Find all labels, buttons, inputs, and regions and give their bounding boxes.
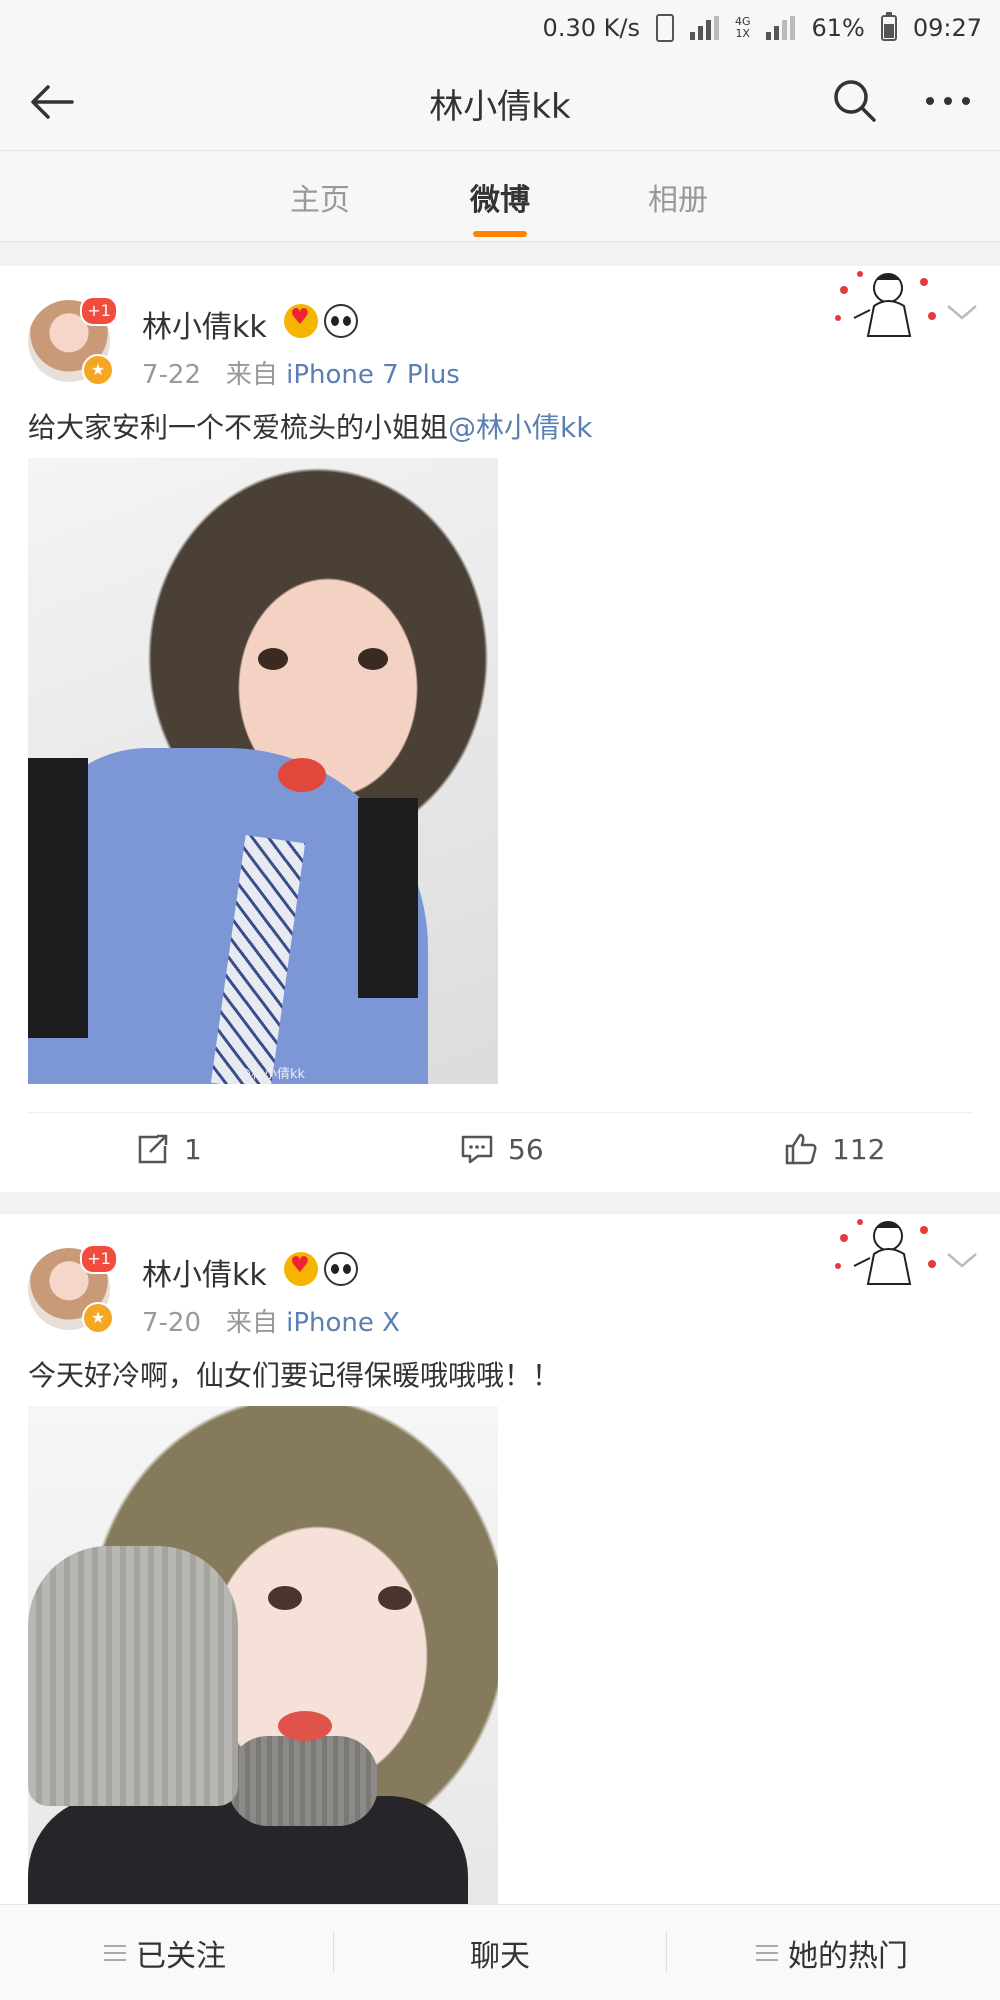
image-glove	[28, 1546, 238, 1806]
image-collar	[228, 1736, 378, 1826]
signal-icon-2	[766, 16, 796, 40]
post-image[interactable]	[28, 1406, 498, 1904]
avatar-badge: +1	[80, 1244, 118, 1274]
post-source[interactable]: iPhone X	[286, 1308, 400, 1338]
chevron-down-icon[interactable]	[944, 300, 980, 324]
post-text: 今天好冷啊，仙女们要记得保暖哦哦哦！！	[28, 1354, 560, 1394]
panda-emoji-icon	[324, 304, 358, 338]
tab-home[interactable]: 主页	[290, 175, 350, 219]
comment-button[interactable]: 56	[460, 1132, 544, 1166]
search-icon[interactable]	[830, 76, 880, 126]
avatar[interactable]: +1 ★	[28, 296, 118, 386]
verified-icon: ★	[82, 354, 114, 386]
separator	[666, 1931, 667, 1973]
image-eye	[358, 648, 388, 670]
crown-heart-emoji-icon	[284, 1252, 318, 1286]
network-speed: 0.30 K/s	[542, 14, 640, 42]
post-card: +1 ★ 林小倩kk 7-20 来自 iPhone X 今天好冷啊，仙女们要记得…	[0, 1214, 1000, 1904]
nav-bar: 林小倩kk	[0, 56, 1000, 150]
post-image[interactable]: @林小倩kk	[28, 458, 498, 1084]
network-type: 4G 1X	[735, 16, 751, 40]
like-count: 112	[832, 1132, 886, 1166]
battery-percent: 61%	[811, 14, 865, 42]
status-bar: 0.30 K/s 4G 1X 61% 09:27	[0, 0, 1000, 56]
back-arrow-icon[interactable]	[26, 76, 78, 128]
profile-tabs: 主页 微博 相册	[0, 150, 1000, 242]
post-date: 7-22	[142, 360, 202, 390]
post-author[interactable]: 林小倩kk	[142, 1250, 267, 1294]
panda-emoji-icon	[324, 1252, 358, 1286]
menu-lines-icon	[104, 1945, 126, 1961]
hot-label: 她的热门	[788, 1939, 908, 1974]
post-source[interactable]: iPhone 7 Plus	[286, 360, 460, 390]
vibrate-icon	[655, 14, 674, 42]
follow-status-button[interactable]: 已关注	[104, 1931, 226, 1975]
tab-weibo[interactable]: 微博	[470, 175, 530, 219]
verified-icon: ★	[82, 1302, 114, 1334]
like-button[interactable]: 112	[784, 1132, 885, 1166]
post-meta: 7-22 来自 iPhone 7 Plus	[142, 354, 460, 391]
avatar[interactable]: +1 ★	[28, 1244, 118, 1334]
image-strap-right	[358, 798, 418, 998]
chat-label: 聊天	[470, 1939, 530, 1974]
image-lips	[278, 758, 326, 792]
avatar-badge: +1	[80, 296, 118, 326]
post-author[interactable]: 林小倩kk	[142, 302, 267, 346]
separator	[333, 1931, 334, 1973]
more-options-icon[interactable]	[920, 76, 976, 126]
divider	[28, 1112, 972, 1113]
thumbs-up-icon	[785, 1133, 817, 1165]
repost-button[interactable]: 1	[136, 1132, 202, 1166]
post-body: 今天好冷啊，仙女们要记得保暖哦哦哦！！	[28, 1359, 561, 1392]
follow-label: 已关注	[136, 1939, 226, 1974]
image-lips	[278, 1711, 332, 1741]
page-title: 林小倩kk	[429, 86, 571, 127]
active-tab-indicator	[473, 231, 527, 237]
post-source-prefix: 来自	[225, 1308, 278, 1338]
signal-icon	[689, 16, 719, 40]
bottom-action-bar: 已关注 聊天 她的热门	[0, 1904, 1000, 2000]
chevron-down-icon[interactable]	[944, 1248, 980, 1272]
post-card: +1 ★ 林小倩kk 7-22 来自 iPhone 7 Plus 给大家安利一个…	[0, 266, 1000, 1192]
network-type-bottom: 1X	[735, 27, 750, 40]
image-watermark: @林小倩kk	[238, 1067, 306, 1082]
cartoon-sticker-icon	[835, 1219, 936, 1285]
post-body: 给大家安利一个不爱梳头的小姐姐	[28, 411, 449, 444]
image-eye	[268, 1586, 302, 1610]
post-text: 给大家安利一个不爱梳头的小姐姐@林小倩kk	[28, 406, 592, 446]
tab-album[interactable]: 相册	[648, 175, 708, 219]
image-eye	[378, 1586, 412, 1610]
post-meta: 7-20 来自 iPhone X	[142, 1302, 400, 1339]
battery-icon	[880, 12, 897, 41]
mention-link[interactable]: @林小倩kk	[448, 411, 592, 444]
comment-icon	[461, 1135, 493, 1164]
crown-heart-emoji-icon	[284, 304, 318, 338]
comment-count: 56	[508, 1132, 544, 1166]
repost-icon	[138, 1134, 168, 1164]
post-date: 7-20	[142, 1308, 202, 1338]
hot-posts-button[interactable]: 她的热门	[756, 1931, 908, 1975]
image-eye	[258, 648, 288, 670]
cartoon-sticker-icon	[835, 271, 936, 337]
clock: 09:27	[912, 14, 982, 42]
repost-count: 1	[184, 1132, 202, 1166]
chat-button[interactable]: 聊天	[470, 1931, 530, 1975]
post-source-prefix: 来自	[225, 360, 278, 390]
image-strap-left	[28, 758, 88, 1038]
menu-lines-icon	[756, 1945, 778, 1961]
